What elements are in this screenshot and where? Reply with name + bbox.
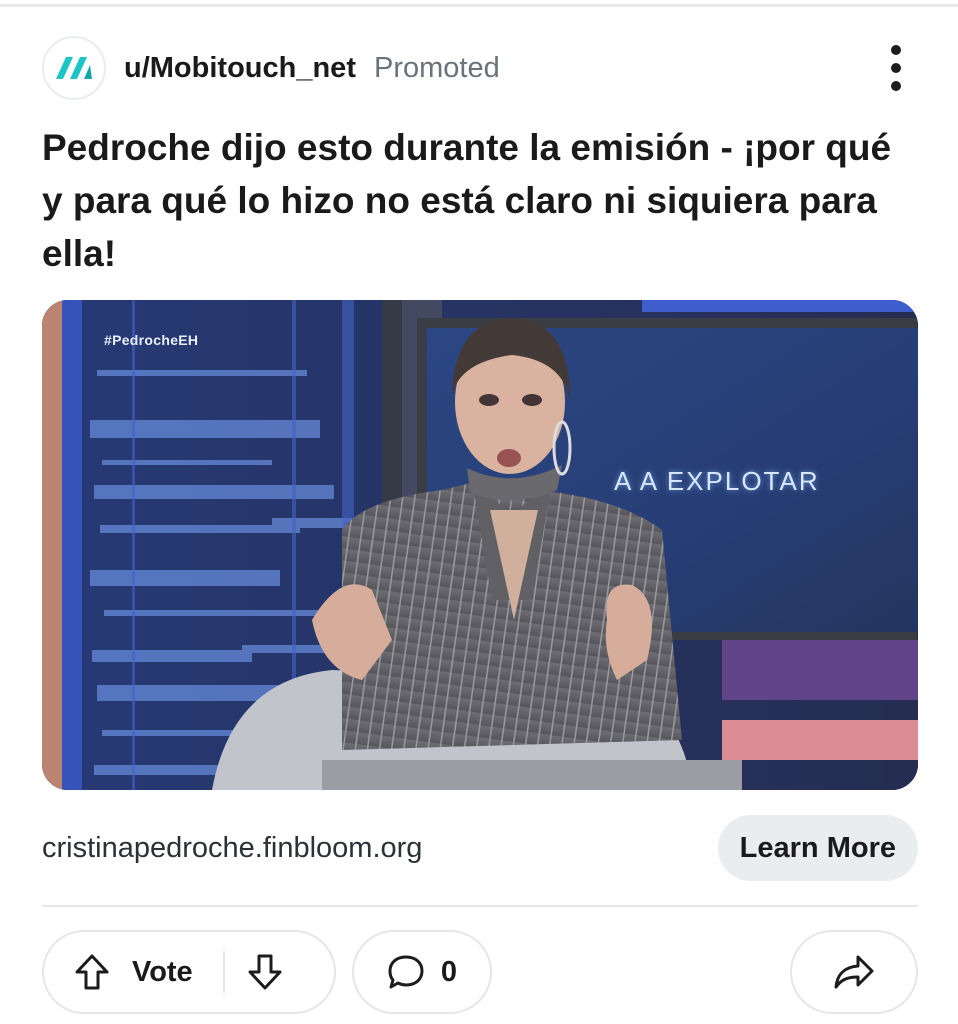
top-divider [0, 4, 958, 7]
mobitouch-logo-icon[interactable] [42, 36, 106, 100]
vote-control: Vote [42, 930, 336, 1014]
link-row: cristinapedroche.finbloom.org Learn More [42, 815, 918, 881]
arrow-up-icon[interactable] [74, 953, 110, 991]
post-image[interactable]: #PedrocheEH A A EXPLOTAR [42, 300, 918, 790]
media-hashtag: #PedrocheEH [104, 332, 199, 348]
arrow-down-icon[interactable] [247, 953, 283, 991]
media-screen-text: A A EXPLOTAR [614, 466, 820, 496]
comment-bubble-icon [387, 954, 425, 990]
learn-more-button[interactable]: Learn More [717, 815, 918, 881]
domain-link[interactable]: cristinapedroche.finbloom.org [42, 832, 422, 865]
post-header: u/Mobitouch_net Promoted [42, 36, 916, 100]
more-vertical-icon[interactable] [876, 36, 916, 100]
vote-separator [222, 951, 225, 993]
action-bar: Vote 0 [42, 930, 918, 1016]
share-button[interactable] [790, 930, 918, 1014]
comment-count: 0 [440, 955, 458, 988]
divider [42, 905, 918, 907]
promoted-label: Promoted [373, 51, 500, 84]
username-link[interactable]: u/Mobitouch_net [124, 52, 356, 85]
share-arrow-icon [833, 954, 875, 990]
post-title[interactable]: Pedroche dijo esto durante la emisión - … [42, 121, 912, 280]
comment-button[interactable]: 0 [352, 930, 492, 1014]
vote-label: Vote [132, 955, 193, 988]
